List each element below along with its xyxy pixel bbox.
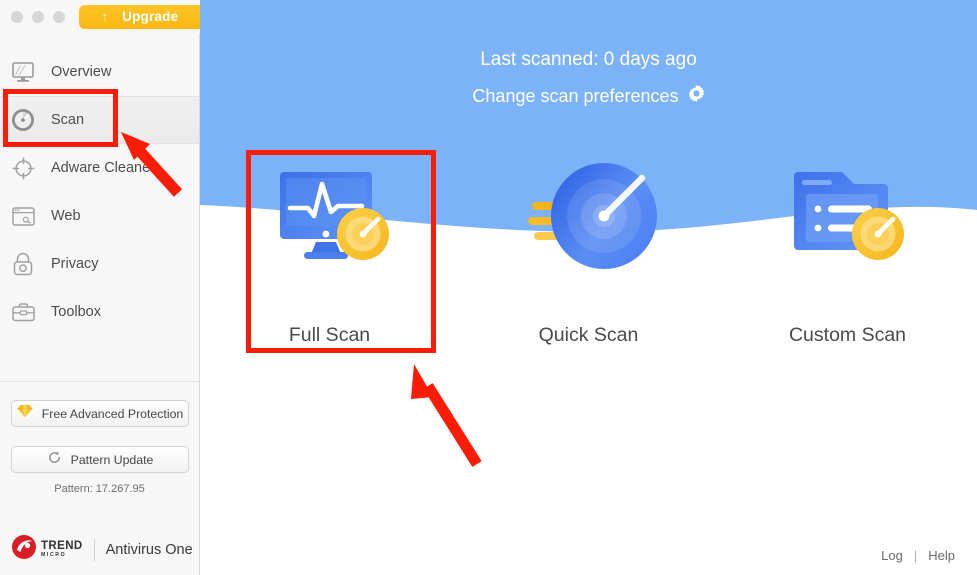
sidebar-item-label: Web: [51, 208, 81, 224]
change-scan-preferences-label: Change scan preferences: [472, 85, 679, 106]
scan-option-quick-scan[interactable]: Quick Scan: [459, 148, 718, 347]
free-advanced-protection-label: Free Advanced Protection: [41, 406, 184, 421]
upgrade-button[interactable]: ↑ Upgrade: [79, 4, 205, 29]
main-content: Last scanned: 0 days ago Change scan pre…: [200, 0, 977, 575]
gear-icon[interactable]: [688, 85, 705, 107]
footer-separator: |: [913, 548, 918, 563]
sidebar: ↑ Upgrade Overview Scan Adware Cleaner W…: [0, 0, 205, 575]
brand-logo-line2: MICRO: [41, 551, 67, 558]
pattern-update-button[interactable]: Pattern Update: [11, 446, 189, 473]
scan-options-row: Full Scan Quick Scan Custom Scan: [200, 148, 977, 347]
close-window-button[interactable]: [11, 10, 23, 23]
folder-list-scan-icon: [782, 148, 914, 288]
zoom-window-button[interactable]: [53, 10, 65, 23]
sidebar-item-toolbox[interactable]: Toolbox: [0, 288, 199, 336]
traffic-light-group: [11, 10, 65, 23]
sidebar-item-label: Privacy: [51, 256, 99, 272]
sidebar-item-label: Overview: [51, 64, 112, 80]
help-link[interactable]: Help: [928, 548, 955, 563]
pattern-version-text: Pattern: 17.267.95: [54, 483, 145, 495]
trend-micro-logo-icon: [11, 534, 37, 565]
crosshair-icon: [8, 153, 38, 183]
scan-option-custom-scan[interactable]: Custom Scan: [718, 148, 977, 347]
brand-logo-line1: TREND: [41, 540, 83, 553]
sidebar-item-adware-cleaner[interactable]: Adware Cleaner: [0, 144, 199, 192]
sidebar-item-overview[interactable]: Overview: [0, 48, 199, 96]
pattern-update-label: Pattern Update: [70, 452, 154, 467]
brand-footer: TREND MICRO Antivirus One: [0, 534, 199, 565]
sidebar-nav: Overview Scan Adware Cleaner Web Privacy…: [0, 48, 199, 336]
log-link[interactable]: Log: [881, 548, 903, 563]
product-name: Antivirus One: [105, 541, 193, 558]
change-scan-preferences-link[interactable]: Change scan preferences: [200, 85, 977, 107]
sidebar-item-privacy[interactable]: Privacy: [0, 240, 199, 288]
brand-separator: [93, 538, 95, 561]
minimize-window-button[interactable]: [32, 10, 44, 23]
diamond-icon: [17, 404, 33, 423]
sidebar-item-label: Toolbox: [51, 304, 101, 320]
trend-micro-wordmark: TREND MICRO: [41, 541, 83, 558]
monitor-icon: [8, 57, 38, 87]
sidebar-item-label: Scan: [51, 112, 85, 128]
sidebar-item-web[interactable]: Web: [0, 192, 199, 240]
sidebar-item-scan[interactable]: Scan: [0, 96, 199, 144]
free-advanced-protection-button[interactable]: Free Advanced Protection: [11, 400, 189, 427]
scan-option-label: Quick Scan: [538, 324, 639, 346]
last-scanned-text: Last scanned: 0 days ago: [480, 49, 697, 70]
window-titlebar: ↑ Upgrade: [0, 0, 205, 33]
radar-scan-icon: [514, 148, 664, 288]
sidebar-divider: [0, 381, 199, 382]
hero-text-block: Last scanned: 0 days ago Change scan pre…: [200, 0, 977, 107]
refresh-icon: [47, 450, 62, 470]
padlock-icon: [8, 249, 38, 279]
scan-gauge-icon: [8, 105, 38, 135]
browser-window-icon: [8, 201, 38, 231]
sidebar-item-label: Adware Cleaner: [51, 160, 155, 176]
toolbox-icon: [8, 297, 38, 327]
antivirus-one-window: ↑ Upgrade Overview Scan Adware Cleaner W…: [0, 0, 977, 575]
footer-links: Log | Help: [881, 548, 955, 563]
upgrade-button-label: Upgrade: [122, 9, 179, 24]
scan-option-full-scan[interactable]: Full Scan: [200, 148, 459, 347]
scan-option-label: Custom Scan: [788, 324, 907, 346]
scan-option-label: Full Scan: [288, 324, 371, 346]
up-arrow-icon: ↑: [101, 9, 109, 24]
monitor-pulse-scan-icon: [264, 148, 396, 288]
